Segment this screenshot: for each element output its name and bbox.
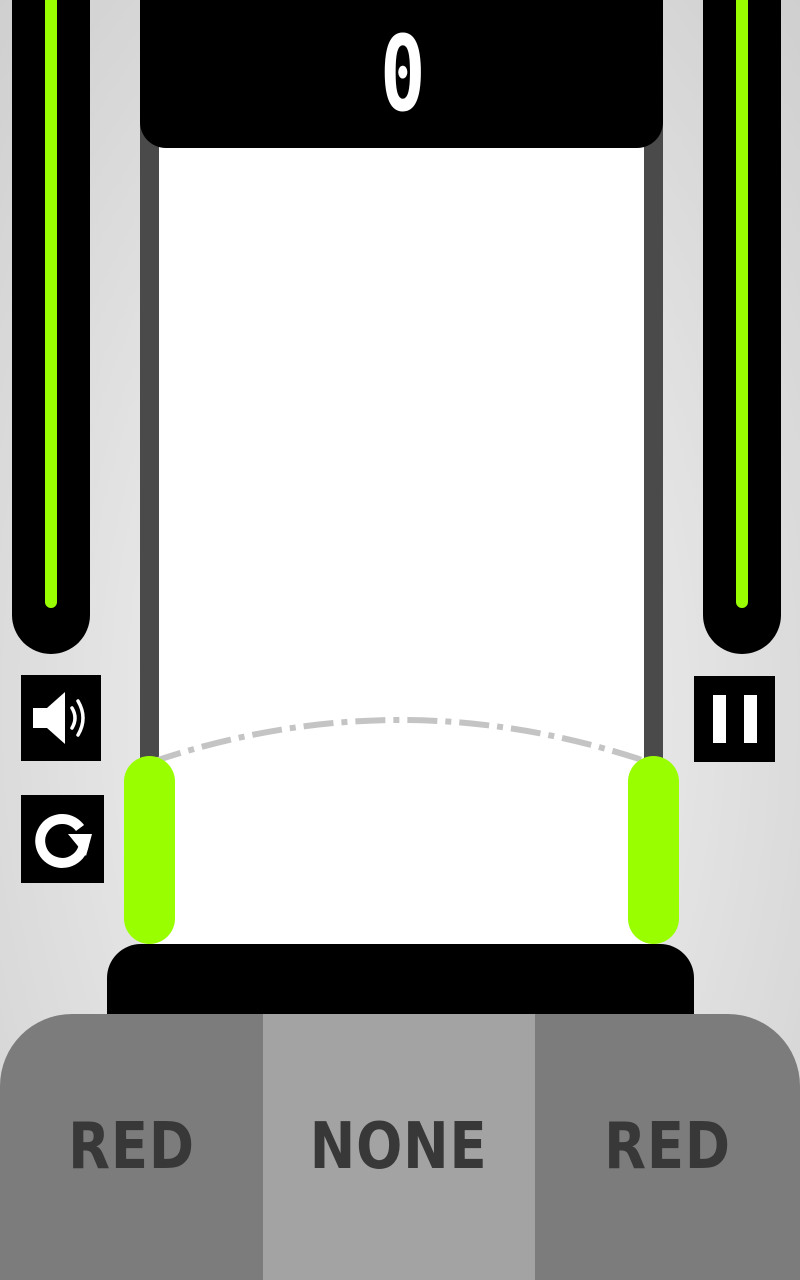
restart-button[interactable] (21, 795, 104, 883)
ball-trajectory (151, 717, 649, 765)
game-arena (150, 120, 652, 950)
restart-icon (34, 814, 92, 868)
right-meter-fill (736, 0, 748, 608)
right-meter (703, 0, 781, 654)
selector-center[interactable]: NONE (263, 1014, 535, 1280)
color-selector: RED NONE RED (0, 1014, 800, 1280)
pause-button[interactable] (694, 676, 775, 762)
pause-icon (712, 695, 757, 743)
speaker-icon (33, 692, 85, 744)
sound-button[interactable] (21, 675, 101, 761)
left-paddle[interactable] (124, 756, 175, 944)
right-rail (644, 120, 663, 760)
score-panel: 0 (140, 0, 663, 148)
left-rail (140, 120, 159, 760)
selector-right-label: RED (604, 1110, 731, 1184)
right-paddle[interactable] (628, 756, 679, 944)
selector-right[interactable]: RED (535, 1014, 800, 1280)
selector-center-label: NONE (310, 1110, 488, 1184)
selector-left[interactable]: RED (0, 1014, 263, 1280)
left-meter (12, 0, 90, 654)
left-meter-fill (45, 0, 57, 608)
score-value: 0 (380, 13, 425, 135)
selector-left-label: RED (68, 1110, 195, 1184)
